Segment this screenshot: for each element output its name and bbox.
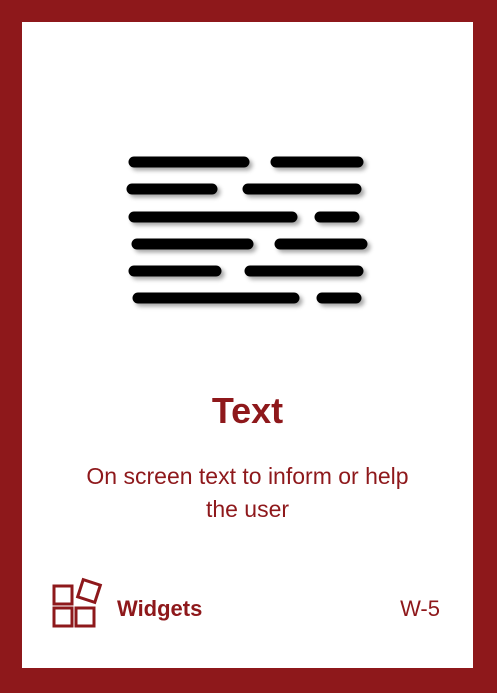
card-title: Text [211, 390, 284, 431]
card-description: On screen text to inform or help the use… [86, 463, 409, 522]
category-label: Widgets [117, 596, 203, 621]
text-lines-icon [126, 156, 368, 304]
card: Text On screen text to inform or help th… [22, 22, 473, 668]
widgets-icon [52, 577, 103, 628]
card-code: W-5 [400, 596, 440, 621]
card-border: Text On screen text to inform or help th… [0, 0, 497, 693]
